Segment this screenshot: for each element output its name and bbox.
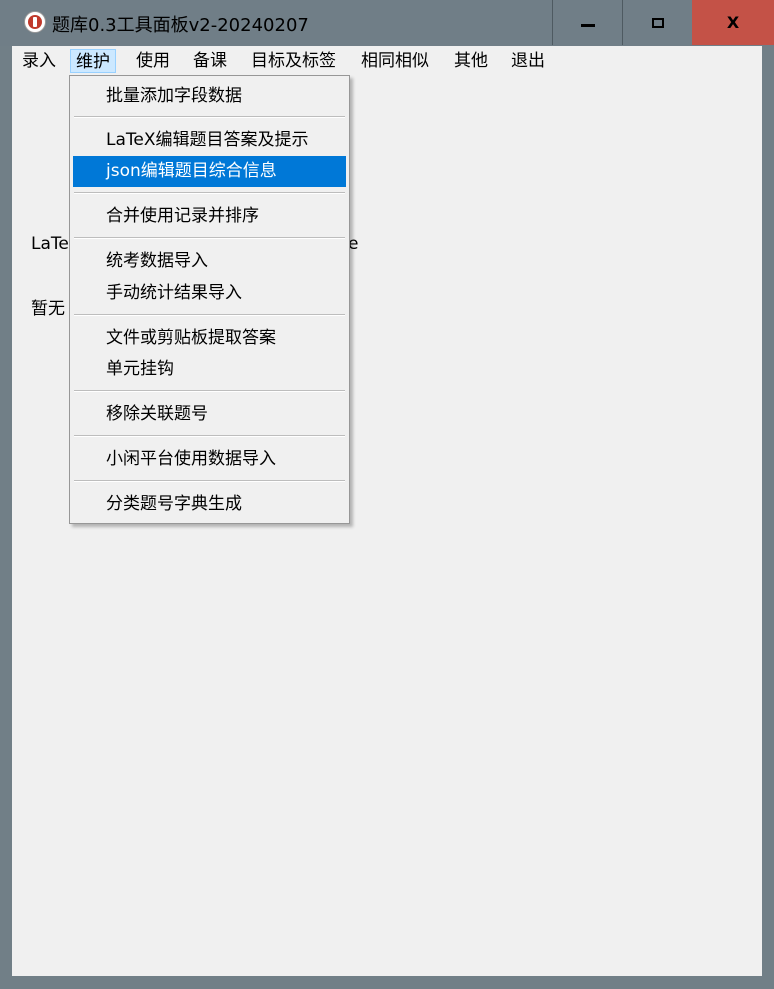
menu-item-manual-stats-import[interactable]: 手动统计结果导入 [73,278,346,309]
menu-item-latex-edit[interactable]: LaTeX编辑题目答案及提示 [73,125,346,156]
app-window: 题库0.3工具面板v2-20240207 X 录入 维护 使用 备课 目标及标签… [0,0,774,989]
menu-separator [74,116,345,118]
menu-qita[interactable]: 其他 [449,49,493,73]
maximize-button[interactable] [622,0,692,45]
menu-bar: 录入 维护 使用 备课 目标及标签 相同相似 其他 退出 [12,46,762,76]
close-button[interactable]: X [692,0,774,45]
menu-item-merge-records[interactable]: 合并使用记录并排序 [73,201,346,232]
menu-separator [74,390,345,392]
menu-separator [74,237,345,239]
menu-xiangtong-xiangsi[interactable]: 相同相似 [356,49,434,73]
menu-shiyong[interactable]: 使用 [131,49,175,73]
weihu-dropdown-menu: 批量添加字段数据 LaTeX编辑题目答案及提示 json编辑题目综合信息 合并使… [69,75,350,524]
menu-luru[interactable]: 录入 [17,49,61,73]
maximize-icon [651,17,664,28]
empty-status-label: 暂无 [31,299,65,319]
menu-item-json-edit[interactable]: json编辑题目综合信息 [73,156,346,187]
app-logo-icon [24,11,46,33]
latex-label: LaTe [31,234,69,254]
minimize-button[interactable] [552,0,622,45]
menu-separator [74,480,345,482]
menu-item-batch-add-field[interactable]: 批量添加字段数据 [73,81,346,112]
menu-beike[interactable]: 备课 [188,49,232,73]
menu-item-remove-linked-ids[interactable]: 移除关联题号 [73,399,346,430]
menu-separator [74,435,345,437]
window-title: 题库0.3工具面板v2-20240207 [52,15,309,36]
menu-separator [74,314,345,316]
menu-item-unit-link[interactable]: 单元挂钩 [73,354,346,385]
menu-tuichu[interactable]: 退出 [506,49,550,73]
menu-mubiao-biaoqian[interactable]: 目标及标签 [246,49,341,73]
menu-item-platform-data-import[interactable]: 小闲平台使用数据导入 [73,444,346,475]
menu-item-exam-import[interactable]: 统考数据导入 [73,246,346,277]
menu-separator [74,192,345,194]
title-bar[interactable]: 题库0.3工具面板v2-20240207 X [0,0,774,46]
menu-item-category-dict[interactable]: 分类题号字典生成 [73,489,346,520]
close-icon: X [726,13,740,32]
menu-item-extract-answers[interactable]: 文件或剪贴板提取答案 [73,323,346,354]
minimize-icon [580,24,595,27]
menu-weihu[interactable]: 维护 [70,49,116,73]
